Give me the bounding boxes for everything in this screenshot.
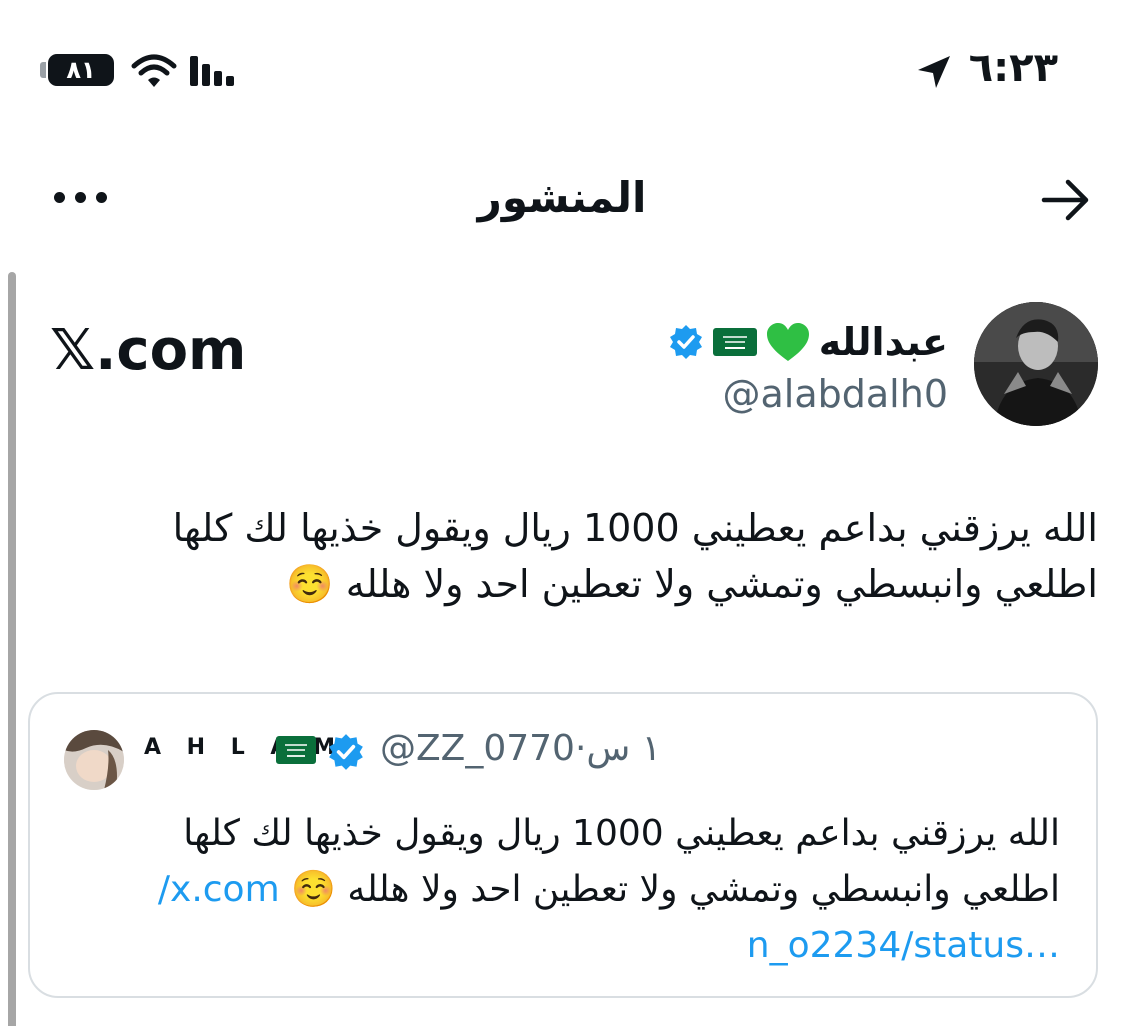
arrow-right-icon[interactable] [1038, 178, 1094, 222]
tweet-text-line: الله يرزقني بداعم يعطيني 1000 ريال ويقول… [172, 506, 1098, 550]
quoted-author-handle[interactable]: @ZZ_0770 [380, 728, 575, 769]
quoted-author-avatar[interactable] [64, 730, 124, 790]
quoted-author-meta: @ZZ_0770·١ س [380, 724, 661, 774]
quoted-tweet-header: A H L A M @ZZ_0770·١ س [30, 724, 1096, 790]
status-link[interactable]: x.com/ [158, 869, 280, 910]
post-screen: ٨١ ٦:٢٣ المنشور 𝕏.com عبدالله @alabdalh0… [0, 0, 1124, 1026]
tweet-text-line: اطلعي وانبسطي وتمشي ولا تعطين احد ولا هل… [40, 556, 1098, 612]
source-label: 𝕏.com [50, 318, 247, 383]
quoted-tweet-text: الله يرزقني بداعم يعطيني 1000 ريال ويقول… [70, 806, 1060, 974]
smiling-face-icon: ☺️ [291, 869, 336, 910]
quoted-tweet-card[interactable]: A H L A M @ZZ_0770·١ س الله يرزقني بداعم… [28, 692, 1098, 998]
verified-badge-icon [669, 325, 702, 359]
author-avatar[interactable] [974, 302, 1098, 426]
wifi-icon [131, 54, 177, 87]
smiling-face-icon: ☺️ [286, 562, 334, 606]
author-display-name[interactable]: عبدالله [819, 314, 948, 370]
location-arrow-icon [918, 56, 950, 88]
saudi-flag-icon [276, 736, 316, 764]
quoted-time-ago: ١ س [586, 728, 662, 769]
clock-time: ٦:٢٣ [968, 45, 1058, 91]
tweet-author-row: 𝕏.com عبدالله @alabdalh0 [0, 300, 1124, 430]
page-title: المنشور [477, 173, 647, 222]
status-bar: ٨١ ٦:٢٣ [0, 0, 1124, 140]
quoted-text-line-content: اطلعي وانبسطي وتمشي ولا تعطين احد ولا هل… [347, 869, 1060, 910]
verified-badge-icon [329, 734, 363, 770]
tweet-text: الله يرزقني بداعم يعطيني 1000 ريال ويقول… [40, 500, 1098, 612]
cellular-signal-icon [190, 56, 234, 86]
saudi-flag-icon [712, 328, 757, 356]
battery-tip [40, 62, 46, 78]
meta-separator: · [574, 728, 587, 769]
green-heart-icon [766, 323, 809, 361]
author-name-line: عبدالله [667, 314, 948, 370]
battery-icon: ٨١ [48, 54, 114, 86]
status-link-continued[interactable]: …n_o2234/status [70, 918, 1060, 974]
top-nav-bar: المنشور [0, 150, 1124, 250]
tweet-text-line-content: اطلعي وانبسطي وتمشي ولا تعطين احد ولا هل… [345, 562, 1098, 606]
quoted-text-line: الله يرزقني بداعم يعطيني 1000 ريال ويقول… [183, 813, 1060, 854]
quoted-text-line: اطلعي وانبسطي وتمشي ولا تعطين احد ولا هل… [70, 862, 1060, 918]
author-handle[interactable]: @alabdalh0 [723, 366, 948, 422]
